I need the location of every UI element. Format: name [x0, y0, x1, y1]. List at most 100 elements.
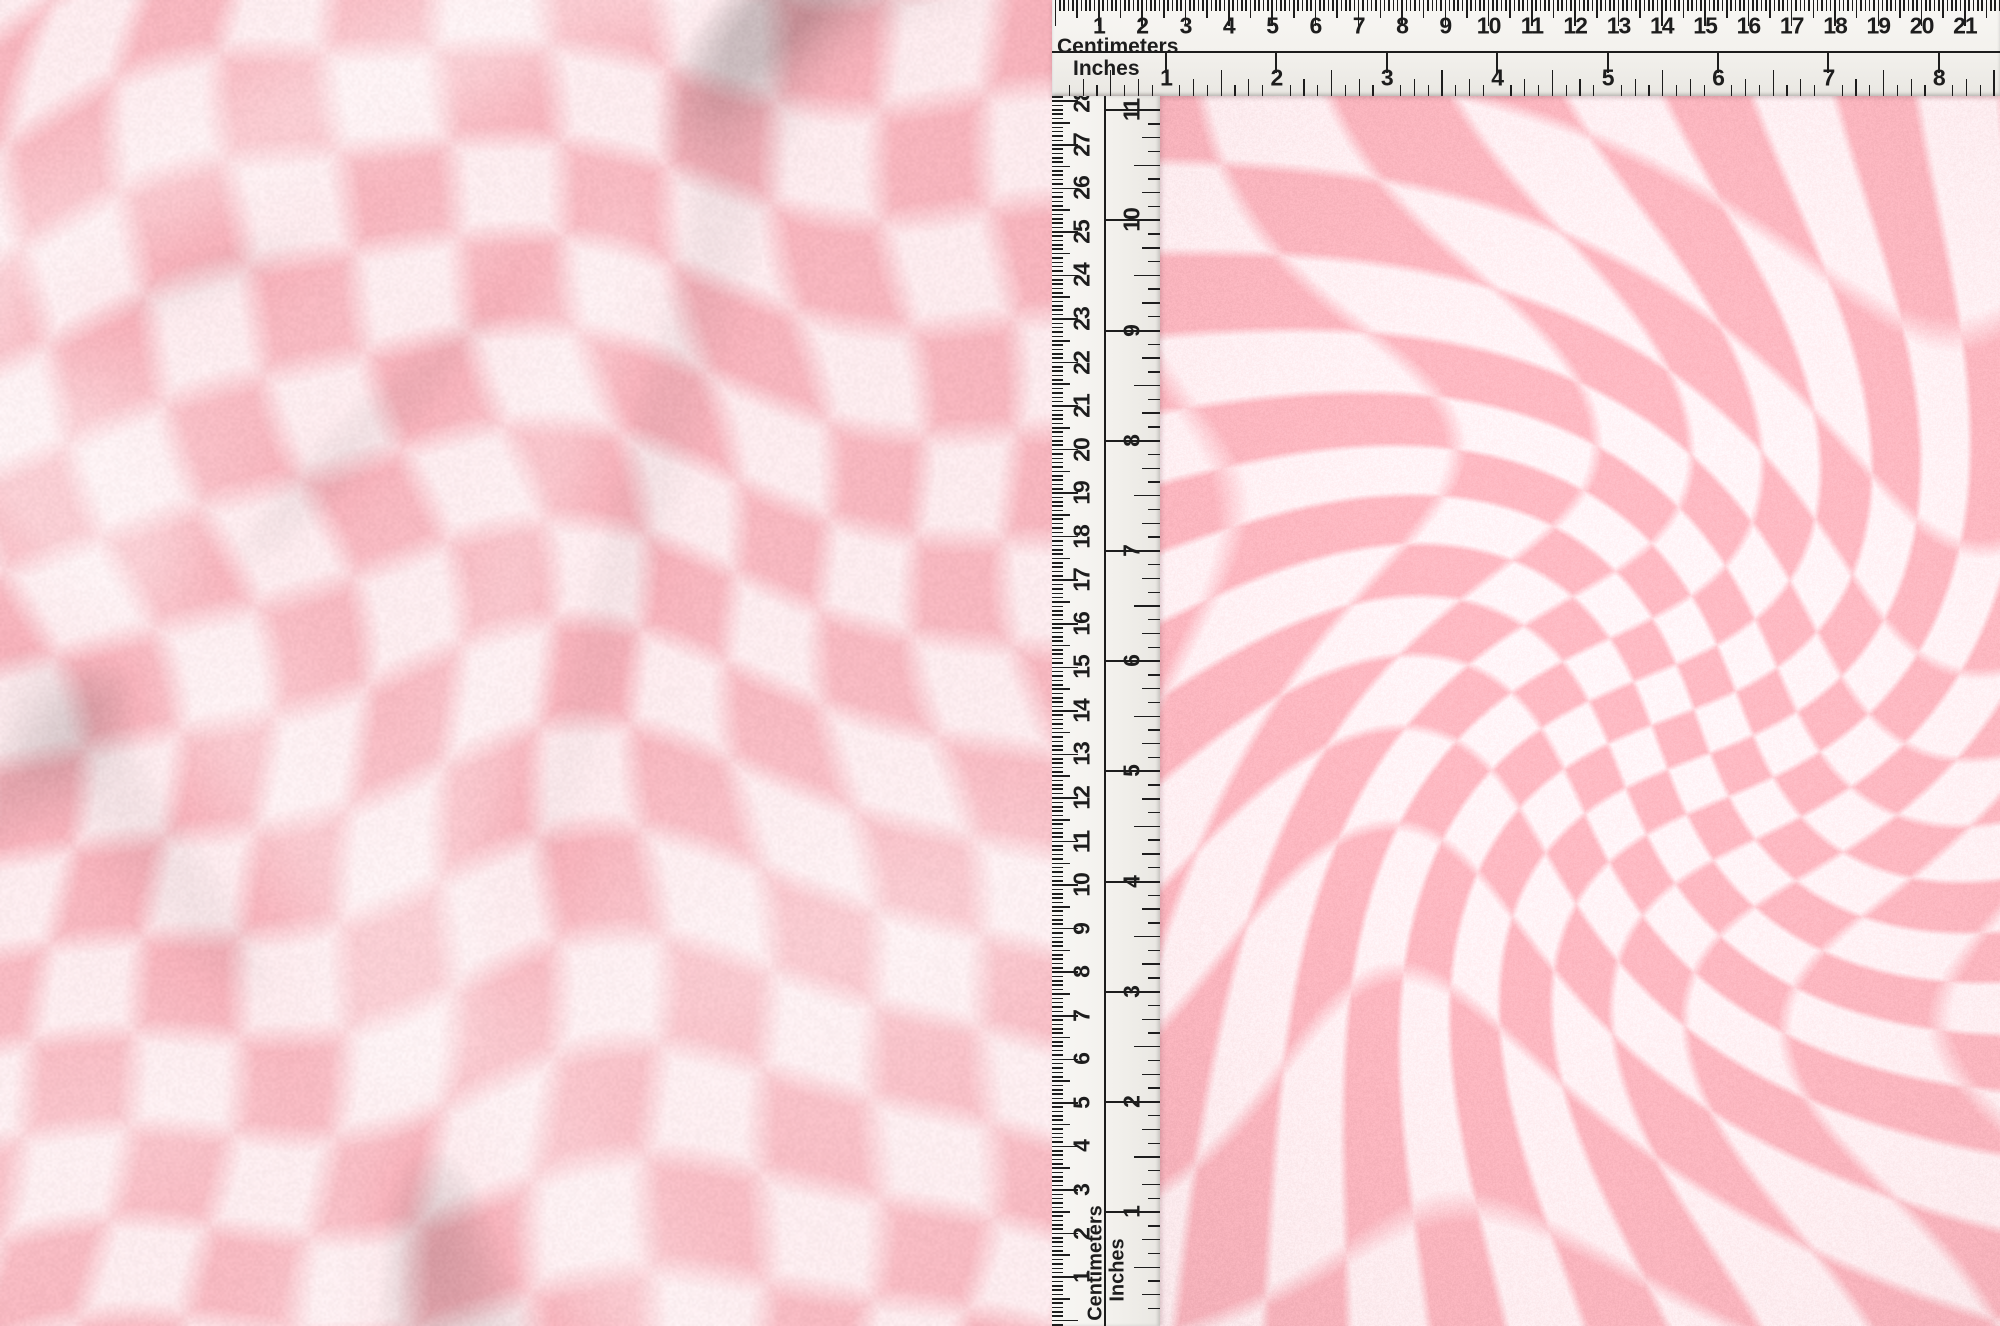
- inch-fraction-tick: [1142, 1074, 1160, 1075]
- cm-millimeter-tick: [1052, 1259, 1063, 1261]
- inch-fraction-tick: [1134, 165, 1160, 166]
- cm-millimeter-tick: [1323, 0, 1325, 11]
- v-inch-number: 1: [1119, 1206, 1146, 1218]
- cm-millimeter-tick: [1052, 601, 1070, 603]
- cm-millimeter-tick: [1245, 0, 1247, 11]
- cm-millimeter-tick: [1406, 0, 1408, 11]
- cm-millimeter-tick: [1052, 1281, 1063, 1283]
- cm-millimeter-tick: [1052, 867, 1063, 869]
- inch-fraction-tick: [1148, 509, 1160, 510]
- inch-fraction-tick: [1148, 619, 1160, 620]
- inch-fraction-tick: [1148, 426, 1160, 427]
- cm-millimeter-tick: [1410, 0, 1412, 11]
- cm-millimeter-tick: [1052, 714, 1063, 716]
- h-cm-number: 1: [1093, 13, 1105, 40]
- cm-millimeter-tick: [1769, 0, 1771, 18]
- inch-fraction-tick: [1142, 633, 1160, 634]
- cm-millimeter-tick: [1052, 745, 1063, 747]
- inch-fraction-tick: [1372, 85, 1373, 96]
- cm-millimeter-tick: [1052, 984, 1063, 986]
- cm-millimeter-tick: [1052, 649, 1063, 651]
- cm-millimeter-tick: [1903, 0, 1905, 11]
- cm-millimeter-tick: [1052, 296, 1070, 298]
- cm-millimeter-tick: [1626, 0, 1628, 11]
- cm-millimeter-tick: [1206, 0, 1208, 18]
- cm-millimeter-tick: [1052, 697, 1063, 699]
- h-cm-number: 13: [1607, 13, 1631, 40]
- h-inch-number: 1: [1160, 65, 1172, 92]
- cm-millimeter-tick: [1052, 1093, 1063, 1095]
- cm-millimeter-tick: [1150, 0, 1152, 11]
- cm-millimeter-tick: [1263, 0, 1265, 11]
- cm-millimeter-tick: [1052, 418, 1063, 420]
- inch-fraction-tick: [1134, 495, 1160, 496]
- cm-millimeter-tick: [1683, 0, 1685, 18]
- cm-millimeter-tick: [1232, 0, 1234, 11]
- cm-millimeter-tick: [1302, 0, 1304, 11]
- v-inch-number: 6: [1119, 655, 1146, 667]
- inch-fraction-tick: [1148, 1032, 1160, 1033]
- cm-millimeter-tick: [1587, 0, 1589, 11]
- inch-fraction-tick: [1148, 784, 1160, 785]
- cm-millimeter-tick: [1052, 788, 1063, 790]
- h-cm-number: 11: [1521, 13, 1543, 40]
- cm-millimeter-tick: [1052, 309, 1063, 311]
- v-cm-number: 5: [1069, 1097, 1096, 1109]
- cm-millimeter-tick: [1592, 0, 1594, 11]
- cm-millimeter-tick: [1466, 0, 1468, 18]
- cm-millimeter-tick: [1570, 0, 1572, 11]
- cm-millimeter-tick: [1821, 0, 1823, 11]
- inch-fraction-tick: [1303, 79, 1304, 96]
- cm-millimeter-tick: [1052, 458, 1063, 460]
- cm-millimeter-tick: [1052, 514, 1070, 516]
- cm-millimeter-tick: [1052, 227, 1063, 229]
- cm-millimeter-tick: [1052, 1307, 1063, 1309]
- inch-fraction-tick: [1110, 70, 1111, 96]
- cm-millimeter-tick: [1052, 527, 1063, 529]
- cm-millimeter-tick: [1787, 0, 1789, 11]
- cm-millimeter-tick: [1215, 0, 1217, 11]
- cm-millimeter-tick: [1052, 732, 1070, 734]
- inch-fraction-tick: [1148, 647, 1160, 648]
- inch-fraction-tick: [1148, 481, 1160, 482]
- cm-millimeter-tick: [1052, 562, 1063, 564]
- cm-millimeter-tick: [1052, 662, 1063, 664]
- horizontal-ruler-inches-label: Inches: [1073, 57, 1140, 81]
- h-inch-number: 6: [1712, 65, 1724, 92]
- cm-millimeter-tick: [1052, 266, 1063, 268]
- h-cm-number: 14: [1650, 13, 1674, 40]
- cm-millimeter-tick: [1579, 0, 1581, 11]
- cm-millimeter-tick: [1839, 0, 1841, 11]
- cm-millimeter-tick: [1483, 0, 1485, 11]
- cm-millimeter-tick: [1052, 823, 1063, 825]
- v-cm-number: 9: [1069, 923, 1096, 935]
- cm-millimeter-tick: [1052, 523, 1063, 525]
- cm-millimeter-tick: [1052, 340, 1070, 342]
- cm-millimeter-tick: [1052, 109, 1063, 111]
- inch-fraction-tick: [1980, 85, 1981, 96]
- inch-fraction-tick: [1148, 206, 1160, 207]
- cm-millimeter-tick: [1052, 323, 1063, 325]
- inch-fraction-tick: [1142, 963, 1160, 964]
- cm-millimeter-tick: [1052, 1172, 1063, 1174]
- inch-fraction-tick: [1635, 79, 1636, 96]
- cm-millimeter-tick: [1052, 357, 1063, 359]
- cm-millimeter-tick: [1696, 0, 1698, 11]
- cm-millimeter-tick: [1052, 1024, 1063, 1026]
- horizontal-ruler: Centimeters Inches 123456789101112131415…: [1052, 0, 2000, 96]
- cm-millimeter-tick: [1224, 0, 1226, 11]
- inch-fraction-tick: [1566, 85, 1567, 96]
- cm-millimeter-tick: [1052, 1220, 1063, 1222]
- cm-millimeter-tick: [1925, 0, 1927, 11]
- inch-fraction-tick: [1138, 79, 1139, 96]
- cm-millimeter-tick: [1076, 0, 1078, 18]
- cm-millimeter-tick: [1052, 871, 1063, 873]
- inch-fraction-tick: [1773, 70, 1774, 96]
- cm-millimeter-tick: [1393, 0, 1395, 11]
- cm-millimeter-tick: [1566, 0, 1568, 11]
- cm-millimeter-tick: [1052, 967, 1063, 969]
- cm-millimeter-tick: [1276, 0, 1278, 11]
- cm-millimeter-tick: [1052, 584, 1063, 586]
- inch-fraction-tick: [1148, 1143, 1160, 1144]
- inch-fraction-tick: [1897, 85, 1898, 96]
